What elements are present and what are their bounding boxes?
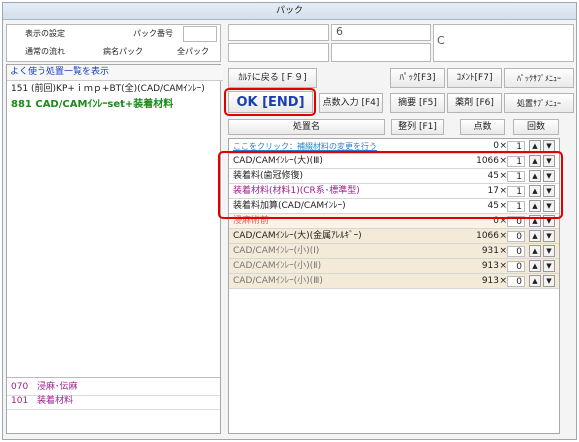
down-arrow-icon[interactable]: ▼ [543,230,555,242]
window-title: パック [3,3,576,20]
up-arrow-icon[interactable]: ▲ [529,245,541,257]
treatment-points: 931 [481,246,499,256]
pack-submenu-button[interactable]: ﾊﾟｯｸｻﾌﾞﾒﾆｭｰ [504,68,574,88]
times-sign: × [499,261,507,271]
up-arrow-icon[interactable]: ▲ [529,275,541,287]
category-code: 070 [11,382,29,392]
list-item[interactable]: 881 CAD/CAMｲﾝﾚｰset+装着材料 [7,97,224,112]
common-treatments-header[interactable]: よく使う処置一覧を表示 [7,65,223,81]
table-row[interactable]: CAD/CAMｲﾝﾚｰ(大)(金属ｱﾚﾙｷﾞｰ) 1066 × 0 ▲ ▼ [229,229,559,244]
category-name: 装着材料 [37,396,74,406]
top-left-controls: 表示の設定 パック番号 通常の流れ 病名パック 全パック [6,24,221,62]
down-arrow-icon[interactable]: ▼ [543,245,555,257]
table-row[interactable]: CAD/CAMｲﾝﾚｰ(小)(Ⅱ) 913 × 0 ▲ ▼ [229,259,559,274]
divider [7,377,220,378]
back-to-chart-button[interactable]: ｶﾙﾃに戻る [Ｆ９] [228,68,317,88]
times-sign: × [499,246,507,256]
column-header-count[interactable]: 回数 [513,119,559,135]
treatment-points: 1066 [476,231,499,241]
up-arrow-icon[interactable]: ▲ [529,260,541,272]
count-input[interactable]: 0 [507,231,525,242]
all-pack-link[interactable]: 全パック [177,45,209,59]
pack-number-input[interactable] [183,26,217,42]
table-row[interactable]: CAD/CAMｲﾝﾚｰ(小)(Ⅲ) 913 × 0 ▲ ▼ [229,274,559,289]
list-item[interactable]: 151 (前回)KP+ｉｍｐ+BT(全)(CAD/CAMｲﾝﾚｰ) [7,82,224,97]
treatment-points: 913 [481,276,499,286]
up-arrow-icon[interactable]: ▲ [529,230,541,242]
normal-flow-link[interactable]: 通常の流れ [25,45,65,59]
pack-button[interactable]: ﾊﾟｯｸ[F3] [390,68,445,88]
count-input[interactable]: 0 [507,246,525,257]
category-code: 101 [11,396,29,406]
treatment-points: 913 [481,261,499,271]
category-name: 浸麻･伝麻 [37,382,78,392]
top-field-1[interactable] [228,24,329,41]
display-setting-link[interactable]: 表示の設定 [25,27,65,41]
down-arrow-icon[interactable]: ▼ [543,275,555,287]
treatment-submenu-button[interactable]: 処置ｻﾌﾞﾒﾆｭｰ [504,93,574,113]
column-header-name[interactable]: 処置名 [228,119,385,135]
summary-button[interactable]: 摘要 [F5] [390,93,445,113]
disease-pack-link[interactable]: 病名パック [103,45,143,59]
top-field-5[interactable] [331,43,431,62]
pack-number-label: パック番号 [133,29,173,38]
points-input-button[interactable]: 点数入力 [F4] [319,93,383,113]
down-arrow-icon[interactable]: ▼ [543,260,555,272]
top-field-3[interactable]: C [433,24,574,62]
rows-highlight [218,151,563,219]
times-sign: × [499,231,507,241]
treatment-name: CAD/CAMｲﾝﾚｰ(小)(Ⅲ) [233,276,323,286]
column-header-points[interactable]: 点数 [460,119,505,135]
sort-button[interactable]: 整列 [F1] [391,119,444,135]
category-item[interactable]: 101 装着材料 [7,394,220,410]
top-field-4[interactable] [228,43,329,62]
count-input[interactable]: 0 [507,261,525,272]
ok-end-button[interactable]: OK [END] [228,91,313,113]
treatment-name: CAD/CAMｲﾝﾚｰ(小)(Ⅱ) [233,261,322,271]
top-field-2[interactable]: 6 [331,24,431,41]
treatment-name: CAD/CAMｲﾝﾚｰ(大)(金属ｱﾚﾙｷﾞｰ) [233,231,362,241]
comment-button[interactable]: ｺﾒﾝﾄ[F7] [447,68,502,88]
drug-button[interactable]: 薬剤 [F6] [447,93,502,113]
table-row[interactable]: CAD/CAMｲﾝﾚｰ(小)(Ⅰ) 931 × 0 ▲ ▼ [229,244,559,259]
treatment-name: CAD/CAMｲﾝﾚｰ(小)(Ⅰ) [233,246,320,256]
times-sign: × [499,276,507,286]
left-panel: よく使う処置一覧を表示 151 (前回)KP+ｉｍｐ+BT(全)(CAD/CAM… [6,64,224,434]
count-input[interactable]: 0 [507,276,525,287]
